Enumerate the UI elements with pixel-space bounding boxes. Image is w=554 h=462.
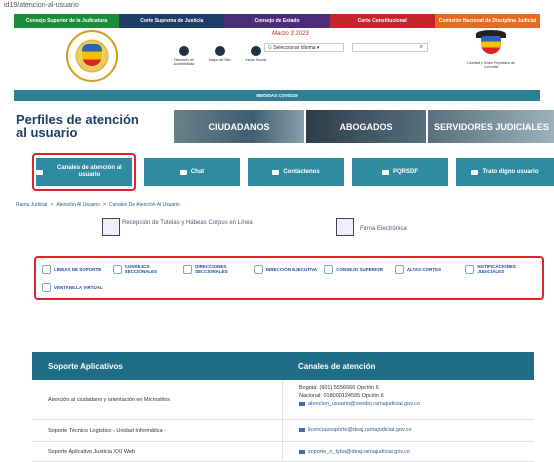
search-icon: ⌕ [419, 44, 423, 50]
channel-contactenos[interactable]: Contáctenos [248, 158, 344, 186]
table-row: Atención al ciudadano y orientación en M… [32, 380, 534, 420]
accessibility-icon [179, 46, 189, 56]
link-ventanilla-virtual[interactable]: VENTANILLA VIRTUAL [42, 278, 111, 296]
channel-buttons: Canales de atención al usuario Chat Cont… [14, 153, 554, 196]
top-navigation: Consejo Superior de la Judicatura Corte … [14, 14, 541, 28]
banner-ciudadanos[interactable]: CIUDADANOS [174, 110, 304, 143]
search-input[interactable]: ⌕ [352, 43, 428, 52]
link-notificaciones[interactable]: NOTIFICACIONES JUDICIALES [465, 260, 534, 278]
topnav-csjusticia[interactable]: Corte Suprema de Justicia [119, 14, 225, 28]
site-header: Marzo 3 2023 Directorio de Accesibilidad… [14, 28, 540, 90]
topnav-consejo-estado[interactable]: Consejo de Estado [224, 14, 330, 28]
banner-abogados[interactable]: ABOGADOS [306, 110, 426, 143]
email-link[interactable]: atencion_usuario@cendoj.ramajudicial.gov… [299, 400, 518, 408]
user-icon [251, 46, 261, 56]
perfiles-title: Perfiles de atención al usuario [16, 112, 139, 140]
channel-trato-digno[interactable]: Trato digno usuario [456, 158, 554, 186]
highlight-box-channel [32, 153, 136, 191]
chat-icon [179, 169, 187, 175]
banner-servidores[interactable]: SERVIDORES JUDICIALES [428, 110, 554, 143]
pencil-icon [381, 169, 389, 175]
link-lineas-soporte[interactable]: LÍNEAS DE SOPORTE [42, 260, 111, 278]
email-link[interactable]: licenciassoporte@deaj.ramajudicial.gov.c… [299, 424, 518, 436]
language-select[interactable]: G Seleccionar idioma ▾ [264, 43, 344, 52]
council-icon [324, 264, 334, 274]
sitemap-link[interactable]: Mapa del Sitio [207, 46, 233, 66]
link-consejos-seccionales[interactable]: CONSEJOS SECCIONALES [112, 260, 182, 278]
courthouse-icon [394, 264, 404, 274]
covid-banner[interactable]: MEDIDAS COVID19 [14, 90, 540, 101]
header-soporte: Soporte Aplicativos [48, 361, 123, 371]
link-consejo-superior[interactable]: CONSEJO SUPERIOR [324, 260, 393, 278]
link-direcciones-seccionales[interactable]: DIRECCIONES SECCIONALES [183, 260, 252, 278]
colombia-coat-of-arms [476, 30, 506, 58]
breadcrumb: Rama Judicial > Atención Al Usuario > Cana… [16, 202, 180, 208]
topnav-csj[interactable]: Consejo Superior de la Judicatura [14, 14, 120, 28]
coat-caption: Libertad y Orden República de Colombia [467, 61, 515, 69]
breadcrumb-canales[interactable]: Canales De Atención Al Usuario [109, 202, 180, 208]
rama-judicial-logo[interactable] [66, 30, 118, 82]
online-services: Recepción de Tutelas y Hábeas Corpus en … [14, 214, 540, 248]
signature-icon [336, 218, 354, 236]
person-icon [253, 264, 263, 274]
header-icons: Directorio de Accesibilidad Mapa del Sit… [171, 46, 269, 66]
header-canales: Canales de atención [298, 361, 376, 371]
accessibility-link[interactable]: Directorio de Accesibilidad [171, 46, 197, 66]
directions-icon [183, 264, 193, 274]
breadcrumb-atencion[interactable]: Atención Al Usuario [56, 202, 100, 208]
link-altas-cortes[interactable]: ALTAS CORTES [394, 260, 464, 278]
table-row: Soporte Técnico Logístico - Unidad Infor… [32, 420, 534, 442]
table-header: Soporte Aplicativos Canales de atención [32, 352, 534, 380]
channel-chat[interactable]: Chat [144, 158, 240, 186]
channel-pqrsdf[interactable]: PQRSDF [352, 158, 448, 186]
tutela-icon [102, 218, 120, 236]
link-direccion-ejecutiva[interactable]: DIRECCIÓN EJECUTIVA [253, 260, 323, 278]
translate-icon: G [268, 45, 272, 51]
mail-icon [272, 169, 280, 175]
link-firma-electronica[interactable]: Firma Electrónica [360, 226, 407, 233]
building-icon [112, 264, 122, 274]
quick-links: LÍNEAS DE SOPORTE CONSEJOS SECCIONALES D… [14, 248, 544, 300]
topnav-corte-constitucional[interactable]: Corte Constitucional [329, 14, 435, 28]
table-row: Soporte Aplicativo Justicia XXI Web sopo… [32, 442, 534, 462]
phone-icon [42, 264, 51, 274]
sitemap-icon [215, 46, 225, 56]
email-link[interactable]: soporte_ri_tyba@deaj.ramajudicial.gov.co [299, 446, 518, 458]
document-icon [465, 264, 475, 274]
breadcrumb-home[interactable]: Rama Judicial [16, 202, 47, 208]
handshake-icon [471, 169, 479, 175]
window-icon [42, 282, 51, 292]
perfiles-section: Perfiles de atención al usuario CIUDADANO… [14, 101, 554, 156]
quick-links-grid: LÍNEAS DE SOPORTE CONSEJOS SECCIONALES D… [34, 256, 542, 298]
address-bar[interactable]: id19/atencion-al-usuario [0, 0, 554, 14]
support-table: Soporte Aplicativos Canales de atención … [32, 352, 534, 462]
header-date: Marzo 3 2023 [272, 31, 309, 37]
topnav-comision[interactable]: Comisión Nacional de Disciplina Judicial [434, 14, 541, 28]
link-recepcion-tutelas[interactable]: Recepción de Tutelas y Hábeas Corpus en … [122, 220, 262, 227]
